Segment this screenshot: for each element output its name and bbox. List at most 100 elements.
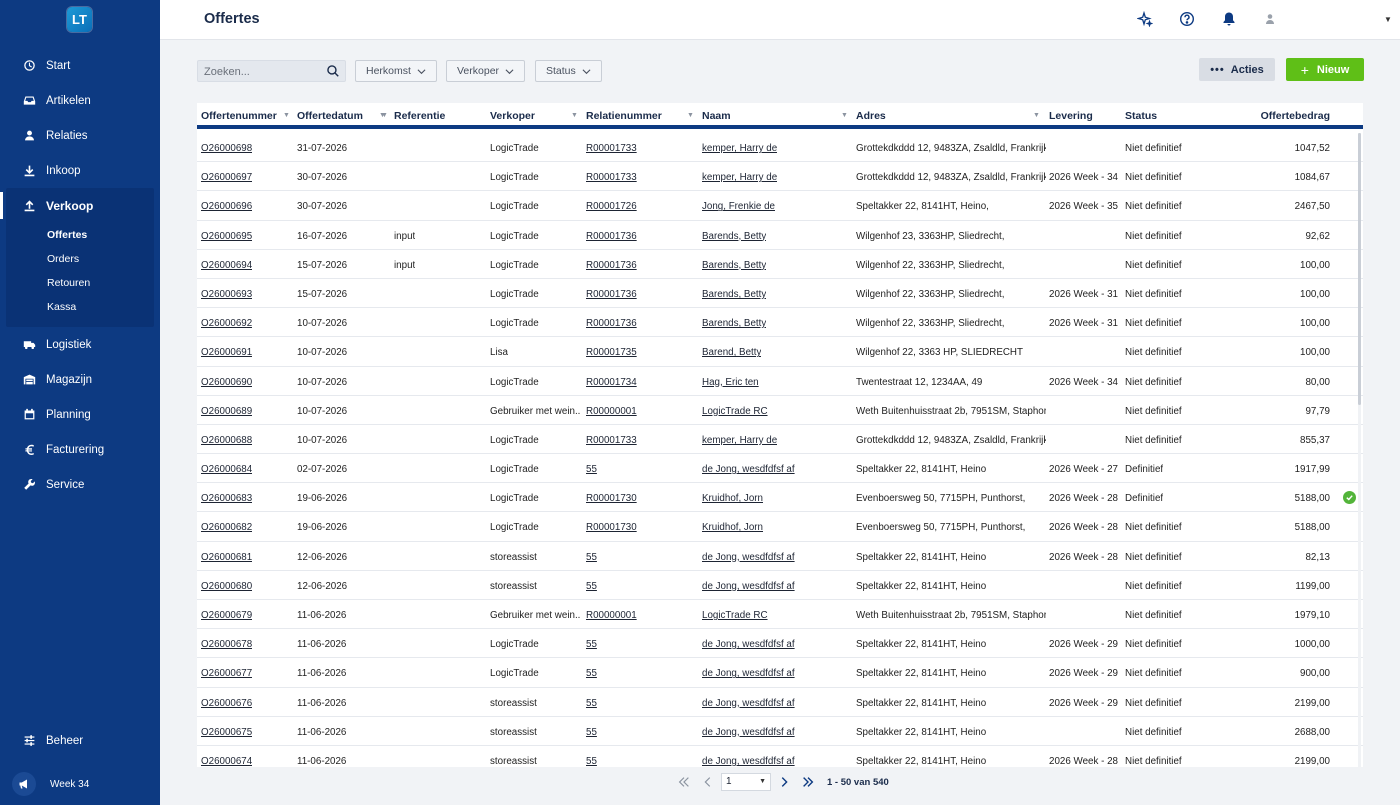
user-avatar-icon[interactable] (1264, 12, 1276, 26)
table-row[interactable]: O26000675 11-06-2026 storeassist 55 de Jong,… (197, 717, 1363, 746)
cell-naam[interactable]: de Jong, wesdfdfsf af (702, 581, 795, 592)
cell-naam[interactable]: kemper, Harry de (702, 172, 777, 183)
cell-offertenummer[interactable]: O26000695 (201, 231, 252, 242)
table-row[interactable]: O26000692 10-07-2026 LogicTrade R00001736 Ba… (197, 308, 1363, 338)
sort-icon[interactable]: ▼ (283, 112, 290, 119)
sidebar-item-relaties[interactable]: Relaties (0, 118, 160, 153)
column-header-offertebedrag[interactable]: Offertebedrag (1261, 110, 1330, 122)
cell-offertenummer[interactable]: O26000676 (201, 698, 252, 709)
nieuw-button[interactable]: + Nieuw (1286, 58, 1364, 81)
cell-offertenummer[interactable]: O26000680 (201, 581, 252, 592)
cell-relatienummer[interactable]: 55 (586, 639, 597, 650)
cell-relatienummer[interactable]: R00000001 (586, 610, 637, 621)
cell-offertenummer[interactable]: O26000698 (201, 143, 252, 154)
table-row[interactable]: O26000695 16-07-2026 input LogicTrade R00001… (197, 221, 1363, 250)
cell-naam[interactable]: Jong, Frenkie de (702, 201, 775, 212)
sort-icon[interactable]: ▼ (841, 112, 848, 119)
sidebar-item-facturering[interactable]: Facturering (0, 432, 160, 467)
sidebar-item-logistiek[interactable]: Logistiek (0, 327, 160, 362)
cell-relatienummer[interactable]: 55 (586, 756, 597, 767)
cell-offertenummer[interactable]: O26000681 (201, 552, 252, 563)
sparkle-icon[interactable] (1136, 10, 1154, 28)
sidebar-item-artikelen[interactable]: Artikelen (0, 83, 160, 118)
cell-naam[interactable]: de Jong, wesdfdfsf af (702, 668, 795, 679)
cell-naam[interactable]: Barends, Betty (702, 318, 766, 329)
cell-relatienummer[interactable]: R00001736 (586, 289, 637, 300)
scrollbar-thumb[interactable] (1358, 133, 1361, 405)
search-icon[interactable] (326, 64, 340, 78)
column-header-offertedatum[interactable]: Offertedatum (297, 110, 363, 122)
table-row[interactable]: O26000681 12-06-2026 storeassist 55 de Jong,… (197, 542, 1363, 571)
cell-relatienummer[interactable]: R00000001 (586, 406, 637, 417)
sidebar-item-beheer[interactable]: Beheer (0, 723, 160, 758)
cell-offertenummer[interactable]: O26000696 (201, 201, 252, 212)
cell-relatienummer[interactable]: R00001733 (586, 172, 637, 183)
cell-relatienummer[interactable]: 55 (586, 668, 597, 679)
cell-naam[interactable]: Barend, Betty (702, 347, 761, 358)
table-row[interactable]: O26000693 15-07-2026 LogicTrade R00001736 Ba… (197, 279, 1363, 309)
cell-relatienummer[interactable]: 55 (586, 727, 597, 738)
cell-naam[interactable]: Barends, Betty (702, 260, 766, 271)
cell-relatienummer[interactable]: R00001733 (586, 143, 637, 154)
cell-relatienummer[interactable]: R00001734 (586, 377, 637, 388)
cell-offertenummer[interactable]: O26000697 (201, 172, 252, 183)
cell-offertenummer[interactable]: O26000677 (201, 668, 252, 679)
cell-naam[interactable]: Kruidhof, Jorn (702, 522, 763, 533)
cell-offertenummer[interactable]: O26000675 (201, 727, 252, 738)
table-row[interactable]: O26000698 31-07-2026 LogicTrade R00001733 ke… (197, 133, 1363, 163)
cell-relatienummer[interactable]: 55 (586, 698, 597, 709)
table-row[interactable]: O26000682 19-06-2026 LogicTrade R00001730 Kr… (197, 512, 1363, 542)
cell-relatienummer[interactable]: 55 (586, 552, 597, 563)
cell-offertenummer[interactable]: O26000678 (201, 639, 252, 650)
week-indicator[interactable]: Week 34 (12, 772, 89, 796)
cell-naam[interactable]: de Jong, wesdfdfsf af (702, 727, 795, 738)
sidebar-item-verkoop[interactable]: Verkoop (0, 188, 154, 223)
cell-relatienummer[interactable]: R00001736 (586, 231, 637, 242)
cell-naam[interactable]: Barends, Betty (702, 289, 766, 300)
table-row[interactable]: O26000688 10-07-2026 LogicTrade R00001733 ke… (197, 425, 1363, 455)
cell-relatienummer[interactable]: R00001730 (586, 493, 637, 504)
cell-naam[interactable]: LogicTrade RC (702, 406, 768, 417)
table-row[interactable]: O26000697 30-07-2026 LogicTrade R00001733 ke… (197, 162, 1363, 192)
bell-icon[interactable] (1220, 10, 1238, 28)
cell-naam[interactable]: Kruidhof, Jorn (702, 493, 763, 504)
table-row[interactable]: O26000694 15-07-2026 input LogicTrade R00001… (197, 250, 1363, 279)
sidebar-subitem-retouren[interactable]: Retouren (6, 271, 154, 295)
sidebar-item-magazijn[interactable]: Magazijn (0, 362, 160, 397)
cell-relatienummer[interactable]: R00001733 (586, 435, 637, 446)
user-menu-caret-icon[interactable]: ▼ (1384, 15, 1392, 24)
search-input[interactable] (204, 64, 322, 79)
sidebar-item-service[interactable]: Service (0, 467, 160, 502)
last-page-icon[interactable] (800, 774, 816, 790)
cell-naam[interactable]: LogicTrade RC (702, 610, 768, 621)
cell-naam[interactable]: de Jong, wesdfdfsf af (702, 639, 795, 650)
cell-offertenummer[interactable]: O26000679 (201, 610, 252, 621)
cell-offertenummer[interactable]: O26000690 (201, 377, 252, 388)
cell-relatienummer[interactable]: R00001735 (586, 347, 637, 358)
sidebar-subitem-orders[interactable]: Orders (6, 247, 154, 271)
table-row[interactable]: O26000684 02-07-2026 LogicTrade 55 de Jong, … (197, 454, 1363, 484)
table-row[interactable]: O26000689 10-07-2026 Gebruiker met wein...… (197, 396, 1363, 425)
cell-relatienummer[interactable]: 55 (586, 581, 597, 592)
sort-icon[interactable]: ▼ (379, 112, 386, 119)
column-header-offertenummer[interactable]: Offertenummer (201, 110, 277, 122)
sort-icon[interactable]: ▼ (1033, 112, 1040, 119)
column-header-levering[interactable]: Levering (1049, 110, 1093, 122)
filter-herkomst[interactable]: Herkomst (355, 60, 437, 82)
sidebar-item-planning[interactable]: Planning (0, 397, 160, 432)
next-page-icon[interactable] (776, 774, 792, 790)
column-header-relatienummer[interactable]: Relatienummer (586, 110, 662, 122)
filter-status[interactable]: Status (535, 60, 602, 82)
cell-relatienummer[interactable]: R00001726 (586, 201, 637, 212)
cell-naam[interactable]: de Jong, wesdfdfsf af (702, 698, 795, 709)
table-row[interactable]: O26000679 11-06-2026 Gebruiker met wein...… (197, 600, 1363, 630)
table-row[interactable]: O26000680 12-06-2026 storeassist 55 de Jong,… (197, 571, 1363, 600)
column-header-referentie[interactable]: Referentie (394, 110, 445, 122)
cell-naam[interactable]: Barends, Betty (702, 231, 766, 242)
cell-offertenummer[interactable]: O26000688 (201, 435, 252, 446)
cell-relatienummer[interactable]: 55 (586, 464, 597, 475)
prev-page-icon[interactable] (700, 774, 716, 790)
table-row[interactable]: O26000690 10-07-2026 LogicTrade R00001734 Ha… (197, 367, 1363, 396)
sort-icon[interactable]: ▼ (571, 112, 578, 119)
cell-offertenummer[interactable]: O26000691 (201, 347, 252, 358)
